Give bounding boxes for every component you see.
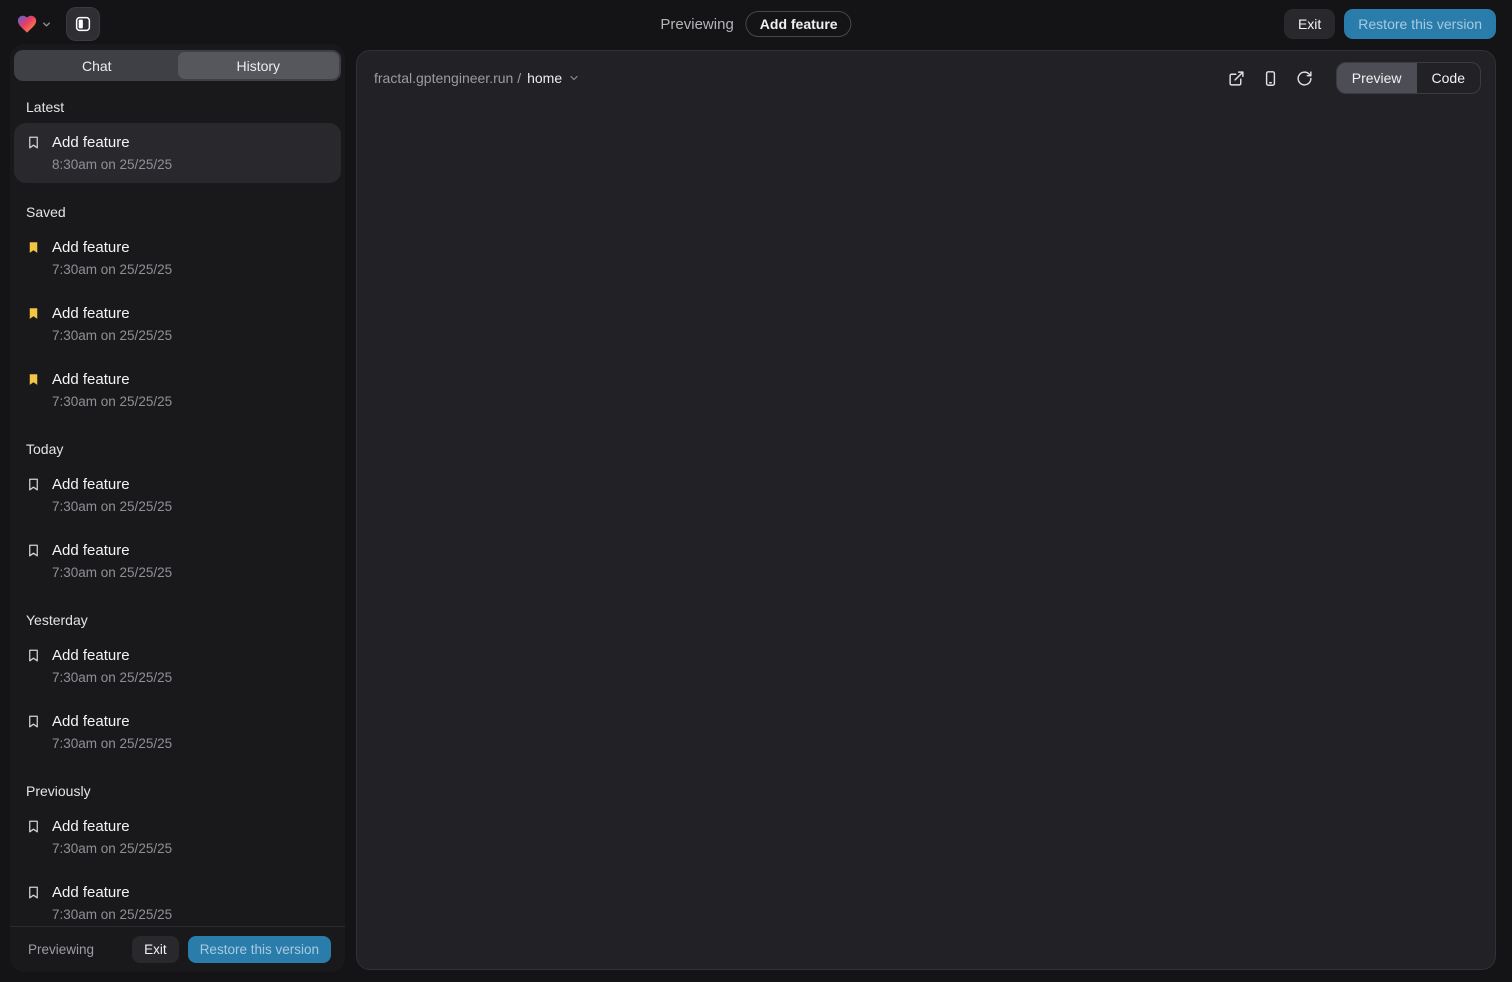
lovable-heart-logo-icon <box>16 13 38 35</box>
mobile-view-button[interactable] <box>1256 63 1286 93</box>
tab-history[interactable]: History <box>178 52 340 79</box>
bookmark-filled-icon <box>26 306 41 321</box>
section-title-yesterday: Yesterday <box>26 612 329 628</box>
bookmark-outline-icon <box>26 543 41 558</box>
section-title-saved: Saved <box>26 204 329 220</box>
previewing-status-label: Previewing <box>660 16 733 33</box>
history-sidebar: Chat History Latest Add feature 8:30am o… <box>10 44 345 972</box>
item-title: Add feature <box>52 541 172 560</box>
item-time: 7:30am on 25/25/25 <box>52 394 172 410</box>
preview-toolbar: fractal.gptengineer.run / home <box>357 56 1495 100</box>
item-title: Add feature <box>52 475 172 494</box>
item-title: Add feature <box>52 133 172 152</box>
tab-chat[interactable]: Chat <box>16 52 178 79</box>
list-item[interactable]: Add feature 7:30am on 25/25/25 <box>14 465 341 525</box>
history-list[interactable]: Latest Add feature 8:30am on 25/25/25 Sa… <box>10 81 345 926</box>
item-title: Add feature <box>52 646 172 665</box>
list-item[interactable]: Add feature 7:30am on 25/25/25 <box>14 294 341 354</box>
preview-code-toggle: Preview Code <box>1336 62 1481 94</box>
section-title-today: Today <box>26 441 329 457</box>
restore-version-button[interactable]: Restore this version <box>1344 9 1496 39</box>
refresh-button[interactable] <box>1290 63 1320 93</box>
exit-button[interactable]: Exit <box>132 936 179 963</box>
app-logo-menu[interactable] <box>16 13 52 35</box>
version-badge[interactable]: Add feature <box>746 11 852 37</box>
url-breadcrumb[interactable]: fractal.gptengineer.run / home <box>374 70 580 86</box>
chevron-down-icon <box>41 19 52 30</box>
item-time: 7:30am on 25/25/25 <box>52 565 172 581</box>
item-title: Add feature <box>52 238 172 257</box>
tab-preview[interactable]: Preview <box>1337 63 1417 93</box>
refresh-icon <box>1296 70 1313 87</box>
list-item[interactable]: Add feature 7:30am on 25/25/25 <box>14 873 341 926</box>
url-domain: fractal.gptengineer.run / <box>374 70 521 86</box>
item-title: Add feature <box>52 712 172 731</box>
item-time: 8:30am on 25/25/25 <box>52 157 172 173</box>
item-title: Add feature <box>52 883 172 902</box>
list-item[interactable]: Add feature 7:30am on 25/25/25 <box>14 807 341 867</box>
bookmark-filled-icon <box>26 240 41 255</box>
list-item[interactable]: Add feature 8:30am on 25/25/25 <box>14 123 341 183</box>
url-page: home <box>527 70 562 86</box>
list-item[interactable]: Add feature 7:30am on 25/25/25 <box>14 228 341 288</box>
item-time: 7:30am on 25/25/25 <box>52 670 172 686</box>
list-item[interactable]: Add feature 7:30am on 25/25/25 <box>14 360 341 420</box>
item-time: 7:30am on 25/25/25 <box>52 907 172 923</box>
external-link-icon <box>1228 70 1245 87</box>
preview-panel: fractal.gptengineer.run / home <box>356 50 1496 970</box>
item-time: 7:30am on 25/25/25 <box>52 499 172 515</box>
toggle-sidebar-button[interactable] <box>66 7 100 41</box>
restore-version-button[interactable]: Restore this version <box>188 936 331 963</box>
item-time: 7:30am on 25/25/25 <box>52 328 172 344</box>
item-time: 7:30am on 25/25/25 <box>52 262 172 278</box>
list-item[interactable]: Add feature 7:30am on 25/25/25 <box>14 702 341 762</box>
top-bar: Previewing Add feature Exit Restore this… <box>0 0 1512 48</box>
list-item[interactable]: Add feature 7:30am on 25/25/25 <box>14 531 341 591</box>
mobile-icon <box>1262 70 1279 87</box>
bookmark-outline-icon <box>26 648 41 663</box>
bookmark-outline-icon <box>26 135 41 150</box>
sidebar-tabbar: Chat History <box>14 50 341 81</box>
sidebar-footer: Previewing Exit Restore this version <box>10 926 345 972</box>
item-time: 7:30am on 25/25/25 <box>52 841 172 857</box>
bookmark-outline-icon <box>26 714 41 729</box>
preview-viewport[interactable] <box>357 100 1495 969</box>
bookmark-outline-icon <box>26 885 41 900</box>
item-title: Add feature <box>52 304 172 323</box>
tab-code[interactable]: Code <box>1417 63 1480 93</box>
panel-left-icon <box>74 15 92 33</box>
section-title-previously: Previously <box>26 783 329 799</box>
bookmark-outline-icon <box>26 819 41 834</box>
chevron-down-icon <box>568 72 580 84</box>
exit-button[interactable]: Exit <box>1284 9 1335 39</box>
open-in-new-tab-button[interactable] <box>1222 63 1252 93</box>
list-item[interactable]: Add feature 7:30am on 25/25/25 <box>14 636 341 696</box>
bookmark-outline-icon <box>26 477 41 492</box>
item-title: Add feature <box>52 817 172 836</box>
item-time: 7:30am on 25/25/25 <box>52 736 172 752</box>
bookmark-filled-icon <box>26 372 41 387</box>
item-title: Add feature <box>52 370 172 389</box>
section-title-latest: Latest <box>26 99 329 115</box>
previewing-status-label: Previewing <box>28 942 94 957</box>
